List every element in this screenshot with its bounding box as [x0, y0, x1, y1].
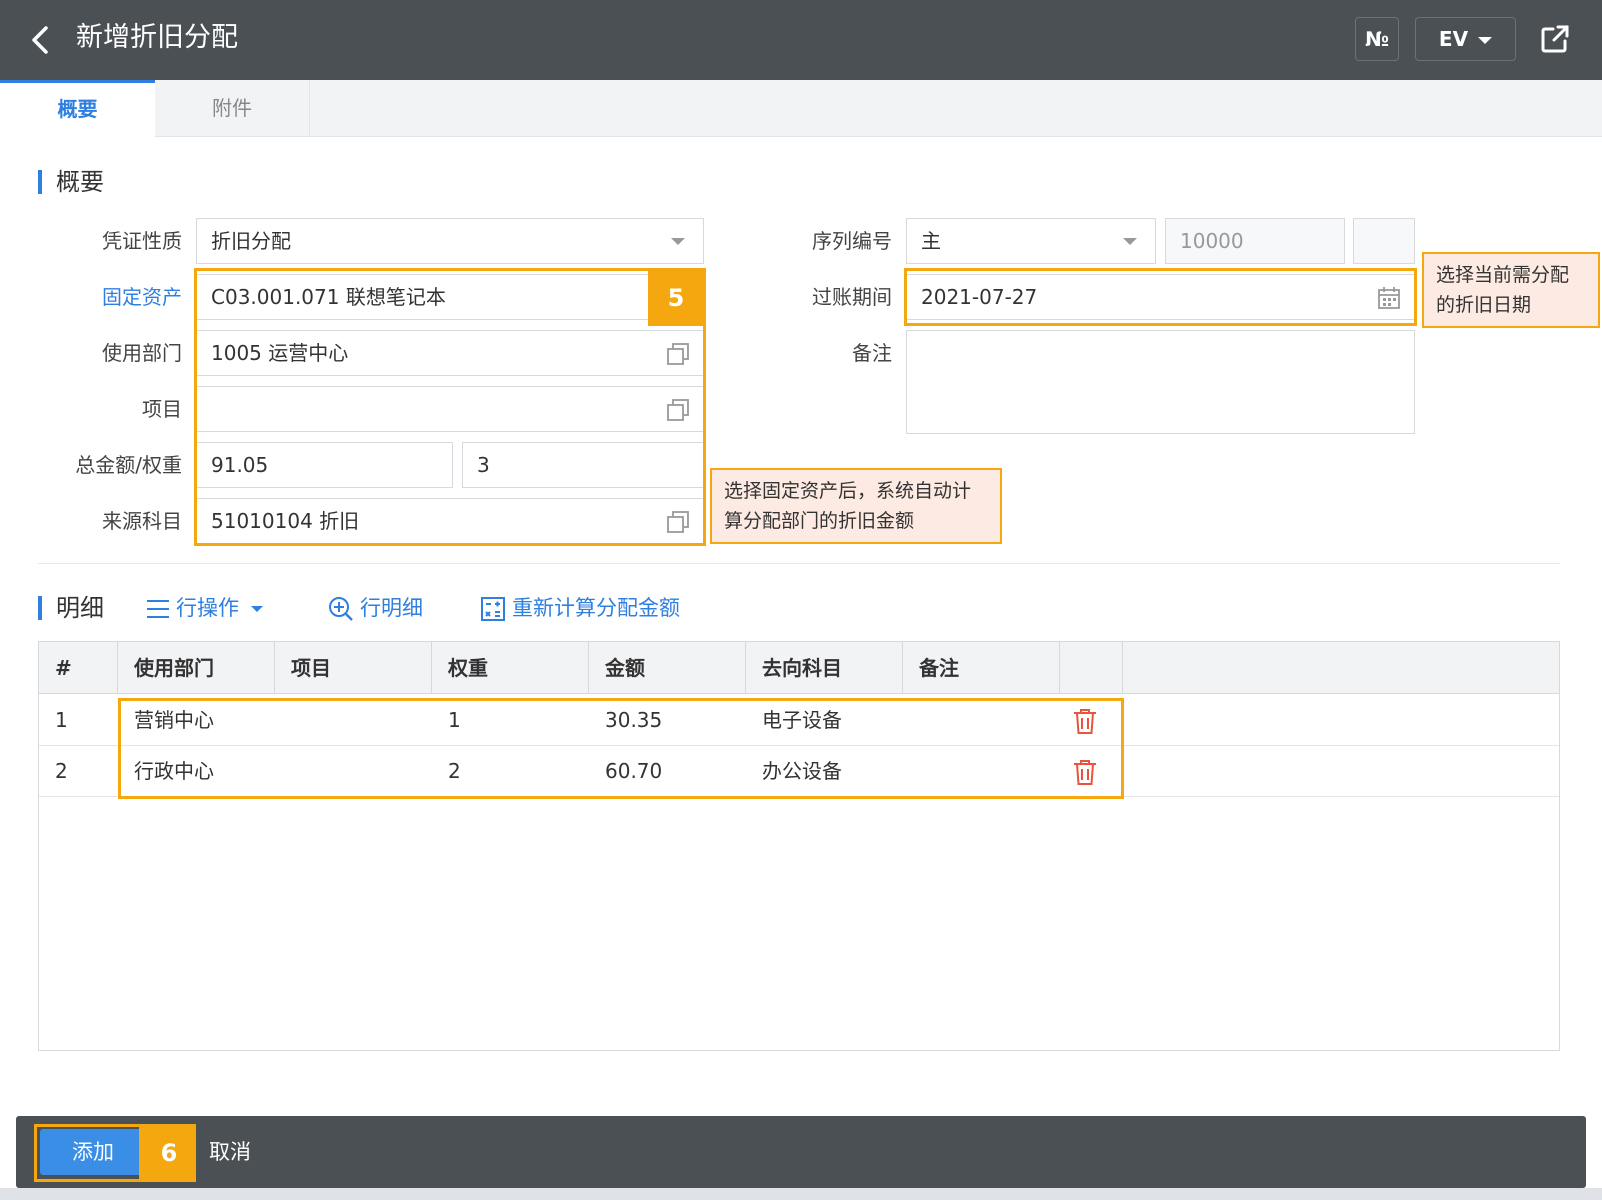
step-5-badge: 5 [648, 270, 704, 326]
column-header-amount: 金额 [589, 642, 746, 694]
serial-no-label: 序列编号 [812, 229, 892, 253]
tab-attachments[interactable]: 附件 [155, 80, 310, 137]
serial-extra-field [1353, 218, 1415, 264]
row-operations-button[interactable]: 行操作 [146, 590, 263, 626]
chevron-down-icon [1123, 238, 1137, 245]
highlight-asset-group [194, 268, 706, 546]
fixed-asset-label[interactable]: 固定资产 [22, 274, 182, 320]
posting-period-label: 过账期间 [812, 285, 892, 309]
numbering-button[interactable]: № [1355, 17, 1399, 61]
serial-number-field: 10000 [1165, 218, 1345, 264]
cancel-button[interactable]: 取消 [209, 1129, 251, 1175]
column-header-target-account: 去向科目 [746, 642, 903, 694]
highlight-posting-period [904, 268, 1417, 326]
taskbar-strip [0, 1188, 1602, 1200]
cell-index: 1 [55, 708, 68, 732]
date-callout: 选择当前需分配的折旧日期 [1422, 252, 1600, 328]
column-header-department: 使用部门 [118, 642, 275, 694]
serial-no-value: 主 [921, 229, 941, 253]
recalculate-label: 重新计算分配金额 [512, 596, 680, 620]
chevron-down-icon [251, 606, 263, 612]
highlight-detail-rows [118, 698, 1124, 799]
calculator-icon [481, 597, 505, 621]
step-6-badge: 6 [142, 1124, 196, 1182]
asset-callout: 选择固定资产后，系统自动计算分配部门的折旧金额 [710, 468, 1002, 544]
cell-index: 2 [55, 759, 68, 783]
project-label: 项目 [142, 397, 182, 421]
recalculate-button[interactable]: 重新计算分配金额 [480, 590, 680, 626]
column-header-remarks: 备注 [903, 642, 1060, 694]
back-arrow-icon[interactable] [22, 20, 58, 60]
row-detail-button[interactable]: 行明细 [328, 590, 423, 626]
chevron-down-icon [671, 238, 685, 245]
ev-label: EV [1438, 27, 1469, 51]
tab-summary[interactable]: 概要 [0, 80, 155, 137]
app-header: 新增折旧分配 № EV [0, 0, 1602, 80]
zoom-in-icon [329, 597, 353, 621]
voucher-type-value: 折旧分配 [211, 229, 291, 253]
voucher-type-select[interactable]: 折旧分配 [196, 218, 704, 264]
export-icon[interactable] [1538, 22, 1572, 56]
chevron-down-icon [1478, 37, 1493, 44]
column-header-weight: 权重 [432, 642, 589, 694]
section-divider [38, 563, 1560, 564]
voucher-type-label: 凭证性质 [102, 229, 182, 253]
column-header-index: # [39, 642, 118, 694]
serial-no-select[interactable]: 主 [906, 218, 1156, 264]
remarks-textarea[interactable] [906, 330, 1415, 434]
department-label: 使用部门 [102, 341, 182, 365]
table-header: # 使用部门 项目 权重 金额 去向科目 备注 [39, 642, 1559, 694]
summary-section-title: 概要 [38, 168, 104, 196]
tab-bar: 概要 附件 [0, 80, 1602, 137]
menu-lines-icon [147, 600, 169, 618]
ev-dropdown-button[interactable]: EV [1415, 17, 1516, 61]
page-title: 新增折旧分配 [76, 22, 238, 53]
column-header-project: 项目 [275, 642, 432, 694]
total-weight-label: 总金额/权重 [75, 453, 182, 477]
row-detail-label: 行明细 [360, 596, 423, 620]
source-account-label: 来源科目 [102, 509, 182, 533]
row-operations-label: 行操作 [176, 596, 239, 620]
detail-section-title: 明细 [38, 594, 104, 622]
remarks-label: 备注 [852, 341, 892, 365]
highlight-add-button [34, 1124, 142, 1182]
serial-number-value: 10000 [1180, 229, 1244, 253]
action-bar: 添加 取消 [16, 1116, 1586, 1188]
column-header-actions [1060, 642, 1123, 694]
